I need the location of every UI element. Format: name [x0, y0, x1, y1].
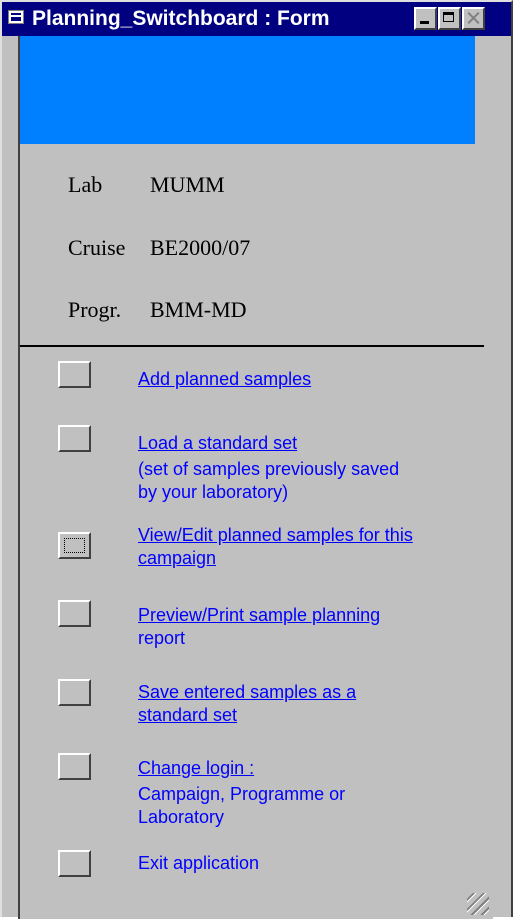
- preview-print-note: report: [138, 628, 186, 648]
- progr-label: Progr.: [68, 297, 122, 322]
- window-title: Planning_Switchboard : Form: [32, 7, 330, 30]
- change-login-note-1: Campaign, Programme or: [138, 784, 346, 804]
- resize-grip-icon[interactable]: [467, 893, 489, 915]
- view-edit-samples-link[interactable]: View/Edit planned samples for this: [138, 524, 413, 546]
- cruise-label: Cruise: [68, 235, 126, 260]
- load-standard-set-note-2: by your laboratory): [138, 482, 289, 502]
- view-edit-samples-link-line2[interactable]: campaign: [138, 547, 216, 569]
- preview-print-link[interactable]: Preview/Print sample planning: [138, 604, 380, 626]
- change-login-link[interactable]: Change login :: [138, 757, 254, 779]
- load-standard-set-note-1: (set of samples previously saved: [138, 459, 400, 479]
- minimize-button[interactable]: [414, 7, 437, 30]
- add-planned-samples-button[interactable]: [58, 361, 91, 388]
- save-standard-set-link-line2[interactable]: standard set: [138, 704, 237, 726]
- form-window: Planning_Switchboard : Form Lab MUMM Cru…: [0, 0, 513, 919]
- preview-print-button[interactable]: [58, 600, 91, 627]
- separator-line: [20, 345, 484, 347]
- exit-application-label: Exit application: [138, 853, 260, 873]
- header-band: [20, 36, 475, 144]
- change-login-note-2: Laboratory: [138, 807, 225, 827]
- save-standard-set-link[interactable]: Save entered samples as a: [138, 681, 356, 703]
- save-standard-set-button[interactable]: [58, 679, 91, 706]
- load-standard-set-link[interactable]: Load a standard set: [138, 432, 297, 454]
- cruise-value: BE2000/07: [150, 235, 251, 260]
- form-icon: [8, 10, 24, 24]
- progr-value: BMM-MD: [150, 297, 247, 322]
- change-login-button[interactable]: [58, 753, 91, 780]
- view-edit-samples-button[interactable]: [58, 532, 91, 559]
- load-standard-set-button[interactable]: [58, 425, 91, 452]
- exit-application-button[interactable]: [58, 850, 91, 877]
- title-bar[interactable]: Planning_Switchboard : Form: [2, 2, 511, 36]
- lab-value: MUMM: [150, 172, 225, 197]
- maximize-button[interactable]: [438, 7, 461, 30]
- add-planned-samples-link[interactable]: Add planned samples: [138, 368, 311, 390]
- lab-label: Lab: [68, 172, 103, 197]
- close-button[interactable]: [462, 7, 485, 30]
- form-body: Lab MUMM Cruise BE2000/07 Progr. BMM-MD …: [18, 36, 493, 919]
